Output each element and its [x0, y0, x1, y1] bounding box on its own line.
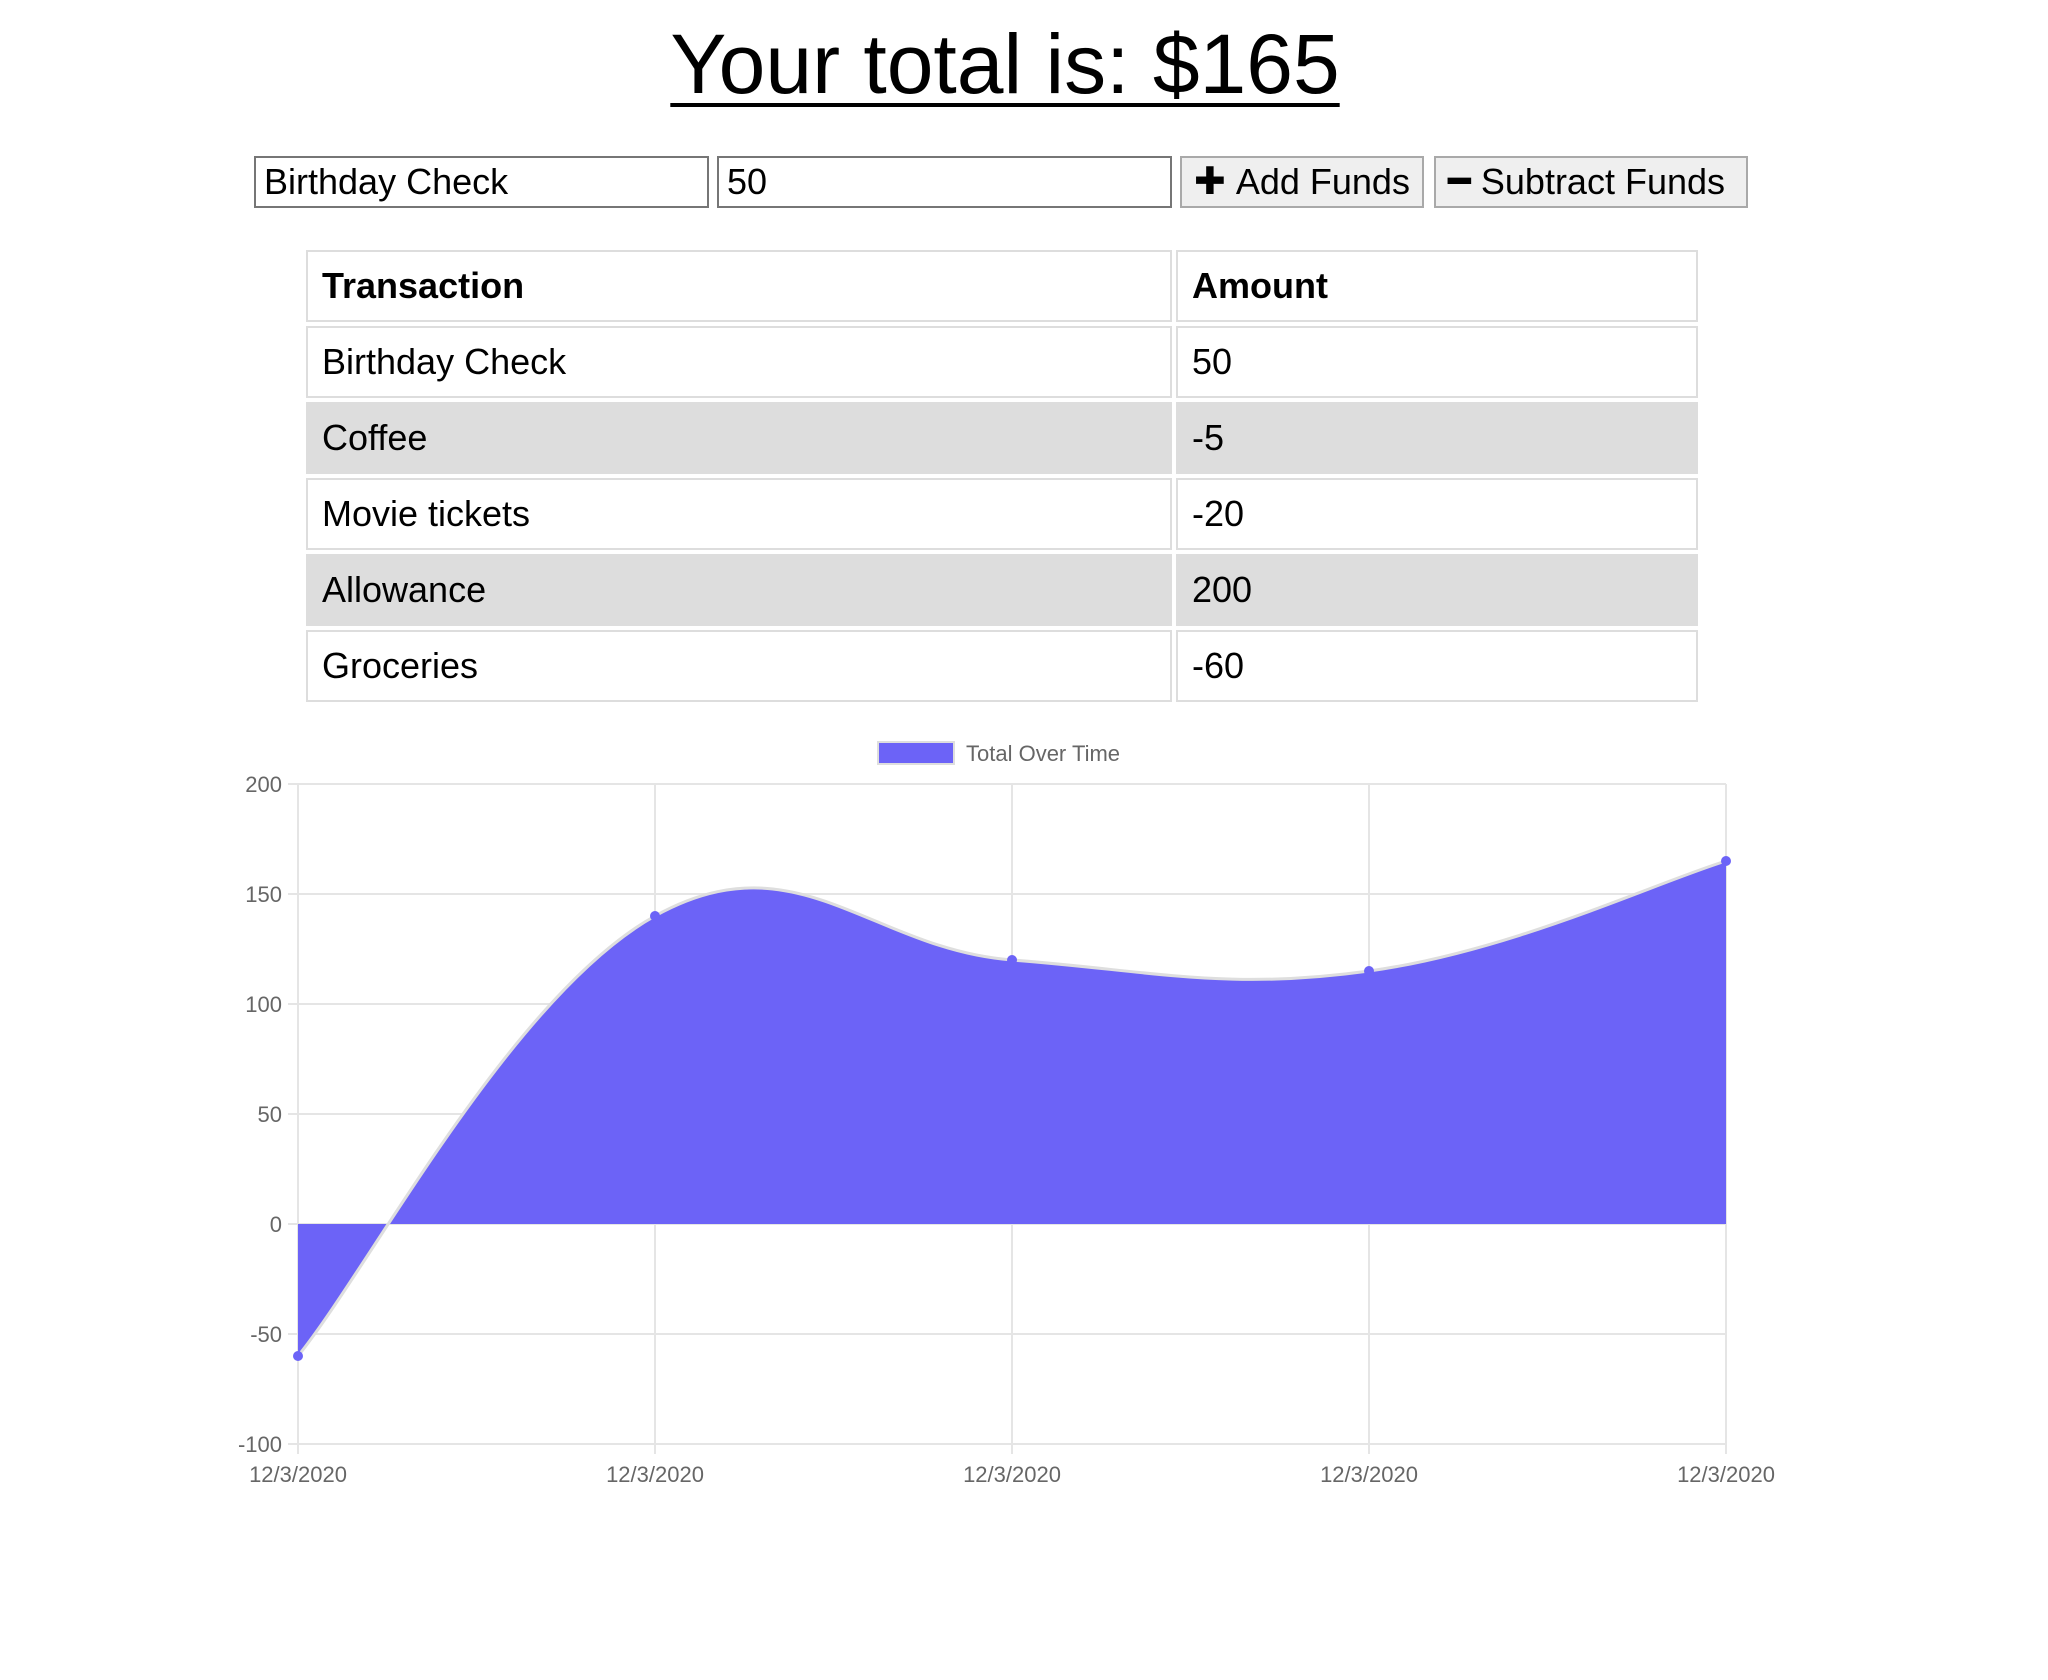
x-tick-label: 12/3/2020	[249, 1462, 347, 1487]
data-point	[1364, 966, 1374, 976]
x-tick-label: 12/3/2020	[606, 1462, 704, 1487]
data-point	[1721, 856, 1731, 866]
data-point	[293, 1351, 303, 1361]
y-tick-label: -50	[250, 1322, 282, 1347]
x-tick-label: 12/3/2020	[1677, 1462, 1775, 1487]
legend-swatch	[877, 741, 955, 765]
data-point	[1007, 955, 1017, 965]
total-over-time-chart: 200 150 100 50 0 -50 -100 12/3/2020 12/3/2020 12/…	[238, 741, 1775, 1487]
y-tick-label: 0	[270, 1212, 282, 1237]
x-tick-label: 12/3/2020	[1320, 1462, 1418, 1487]
data-point	[650, 911, 660, 921]
y-tick-label: 100	[245, 992, 282, 1017]
y-tick-label: 200	[245, 772, 282, 797]
y-tick-label: -100	[238, 1432, 282, 1457]
y-tick-label: 50	[258, 1102, 282, 1127]
x-tick-label: 12/3/2020	[963, 1462, 1061, 1487]
legend-label: Total Over Time	[966, 741, 1120, 766]
y-tick-label: 150	[245, 882, 282, 907]
